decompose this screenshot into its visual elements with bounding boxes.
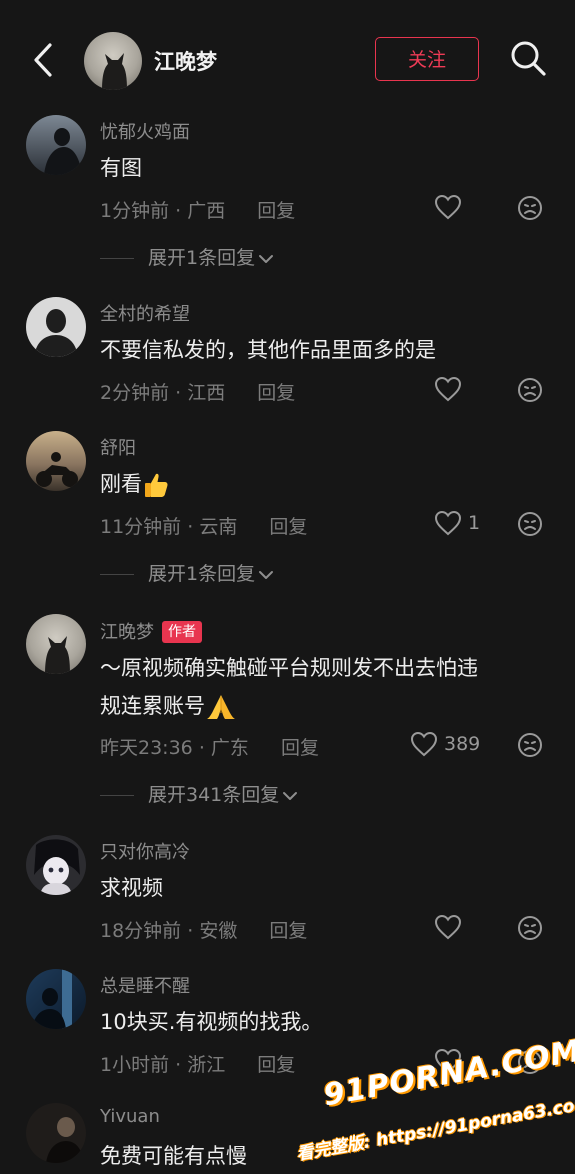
comment-time: 11分钟前	[100, 516, 182, 538]
heart-outline-icon	[434, 510, 462, 536]
page-title: 江晚梦	[154, 50, 217, 74]
comment-location: 江西	[187, 382, 226, 404]
reply-button[interactable]: 回复	[269, 516, 307, 538]
comment-meta: 昨天23:36 · 广东 回复	[100, 737, 319, 759]
comment-username[interactable]: 江晚梦 作者	[100, 618, 202, 644]
chevron-down-icon	[259, 570, 274, 579]
folded-hands-emoji	[207, 695, 235, 719]
comment-meta: 1分钟前 · 广西 回复	[100, 200, 296, 222]
comment-location: 云南	[199, 516, 238, 538]
heart-outline-icon	[434, 914, 462, 940]
comment-time: 昨天23:36	[100, 737, 193, 759]
author-badge: 作者	[162, 621, 202, 643]
comment-text: 求视频	[100, 876, 163, 900]
like-button[interactable]	[434, 914, 462, 940]
dislike-button[interactable]	[516, 1048, 544, 1076]
frown-face-icon	[518, 196, 542, 220]
like-button[interactable]	[434, 194, 462, 220]
comment-username[interactable]: Yivuan	[100, 1106, 160, 1127]
frown-face-icon	[518, 378, 542, 402]
reply-button[interactable]: 回复	[269, 920, 307, 942]
avatar[interactable]	[26, 431, 86, 491]
frown-face-icon	[518, 916, 542, 940]
heart-outline-icon	[434, 1048, 462, 1074]
comment-username[interactable]: 总是睡不醒	[100, 972, 190, 998]
comment-text: 刚看	[100, 465, 550, 503]
comment-location: 浙江	[187, 1054, 226, 1076]
like-button[interactable]	[434, 376, 462, 402]
comment-text: ～原视频确实触碰平台规则发不出去怕违 规连累账号	[100, 649, 550, 725]
comment-text: 有图	[100, 156, 142, 180]
heart-outline-icon	[434, 194, 462, 220]
chevron-down-icon	[283, 791, 298, 800]
heart-outline-icon	[410, 731, 438, 757]
comment-time: 1小时前	[100, 1054, 170, 1076]
search-icon	[511, 41, 546, 76]
comment-username[interactable]: 舒阳	[100, 434, 136, 460]
comment-meta: 11分钟前 · 云南 回复	[100, 516, 308, 538]
comment-username[interactable]: 全村的希望	[100, 300, 190, 326]
reply-button[interactable]: 回复	[257, 1054, 295, 1076]
chevron-down-icon	[259, 254, 274, 263]
avatar[interactable]	[26, 297, 86, 357]
dislike-button[interactable]	[516, 376, 544, 404]
expand-replies-button[interactable]: 展开341条回复	[100, 780, 299, 807]
dislike-button[interactable]	[516, 510, 544, 538]
reply-button[interactable]: 回复	[281, 737, 319, 759]
frown-face-icon	[518, 512, 542, 536]
search-button[interactable]	[508, 38, 548, 78]
avatar[interactable]	[26, 969, 86, 1029]
author-avatar[interactable]	[84, 32, 142, 90]
top-bar: 江晚梦 关注	[0, 0, 575, 118]
chevron-left-icon	[34, 43, 52, 77]
avatar[interactable]	[26, 614, 86, 674]
follow-button[interactable]: 关注	[375, 37, 479, 81]
divider	[100, 574, 134, 575]
reply-button[interactable]: 回复	[257, 382, 295, 404]
frown-face-icon	[518, 733, 542, 757]
thumbs-up-emoji	[145, 473, 168, 497]
divider	[100, 258, 134, 259]
dislike-button[interactable]	[516, 194, 544, 222]
reply-button[interactable]: 回复	[257, 200, 295, 222]
comment-location: 安徽	[199, 920, 238, 942]
comment-time: 18分钟前	[100, 920, 182, 942]
avatar[interactable]	[26, 1103, 86, 1163]
avatar[interactable]	[26, 115, 86, 175]
divider	[100, 795, 134, 796]
like-count: 389	[444, 733, 481, 755]
expand-replies-button[interactable]: 展开1条回复	[100, 243, 275, 270]
cat-silhouette-image	[102, 53, 127, 90]
frown-face-icon	[518, 1050, 542, 1074]
comment-time: 2分钟前	[100, 382, 170, 404]
comment-location: 广西	[187, 200, 226, 222]
back-button[interactable]	[28, 40, 62, 80]
like-button[interactable]: 1	[434, 510, 480, 536]
comment-text: 不要信私发的，其他作品里面多的是	[100, 338, 436, 362]
comment-username[interactable]: 只对你高冷	[100, 838, 190, 864]
comment-text: 免费可能有点慢	[100, 1144, 247, 1168]
comment-location: 广东	[210, 737, 249, 759]
comment-text: 10块买.有视频的找我。	[100, 1010, 323, 1034]
like-count: 1	[468, 512, 481, 534]
dislike-button[interactable]	[516, 731, 544, 759]
dislike-button[interactable]	[516, 914, 544, 942]
like-button[interactable]	[434, 1048, 462, 1074]
comment-meta: 18分钟前 · 安徽 回复	[100, 920, 308, 942]
comment-meta: 2分钟前 · 江西 回复	[100, 382, 296, 404]
expand-replies-button[interactable]: 展开1条回复	[100, 559, 275, 586]
comment-username[interactable]: 忧郁火鸡面	[100, 118, 190, 144]
comment-meta: 1小时前 · 浙江 回复	[100, 1054, 296, 1076]
heart-outline-icon	[434, 376, 462, 402]
avatar[interactable]	[26, 835, 86, 895]
comment-time: 1分钟前	[100, 200, 170, 222]
like-button[interactable]: 389	[410, 731, 480, 757]
comment-page: 江晚梦 关注 忧郁火鸡面 有图 1分钟前 · 广西 回复 展开1条回复 全村的希…	[0, 0, 575, 1174]
